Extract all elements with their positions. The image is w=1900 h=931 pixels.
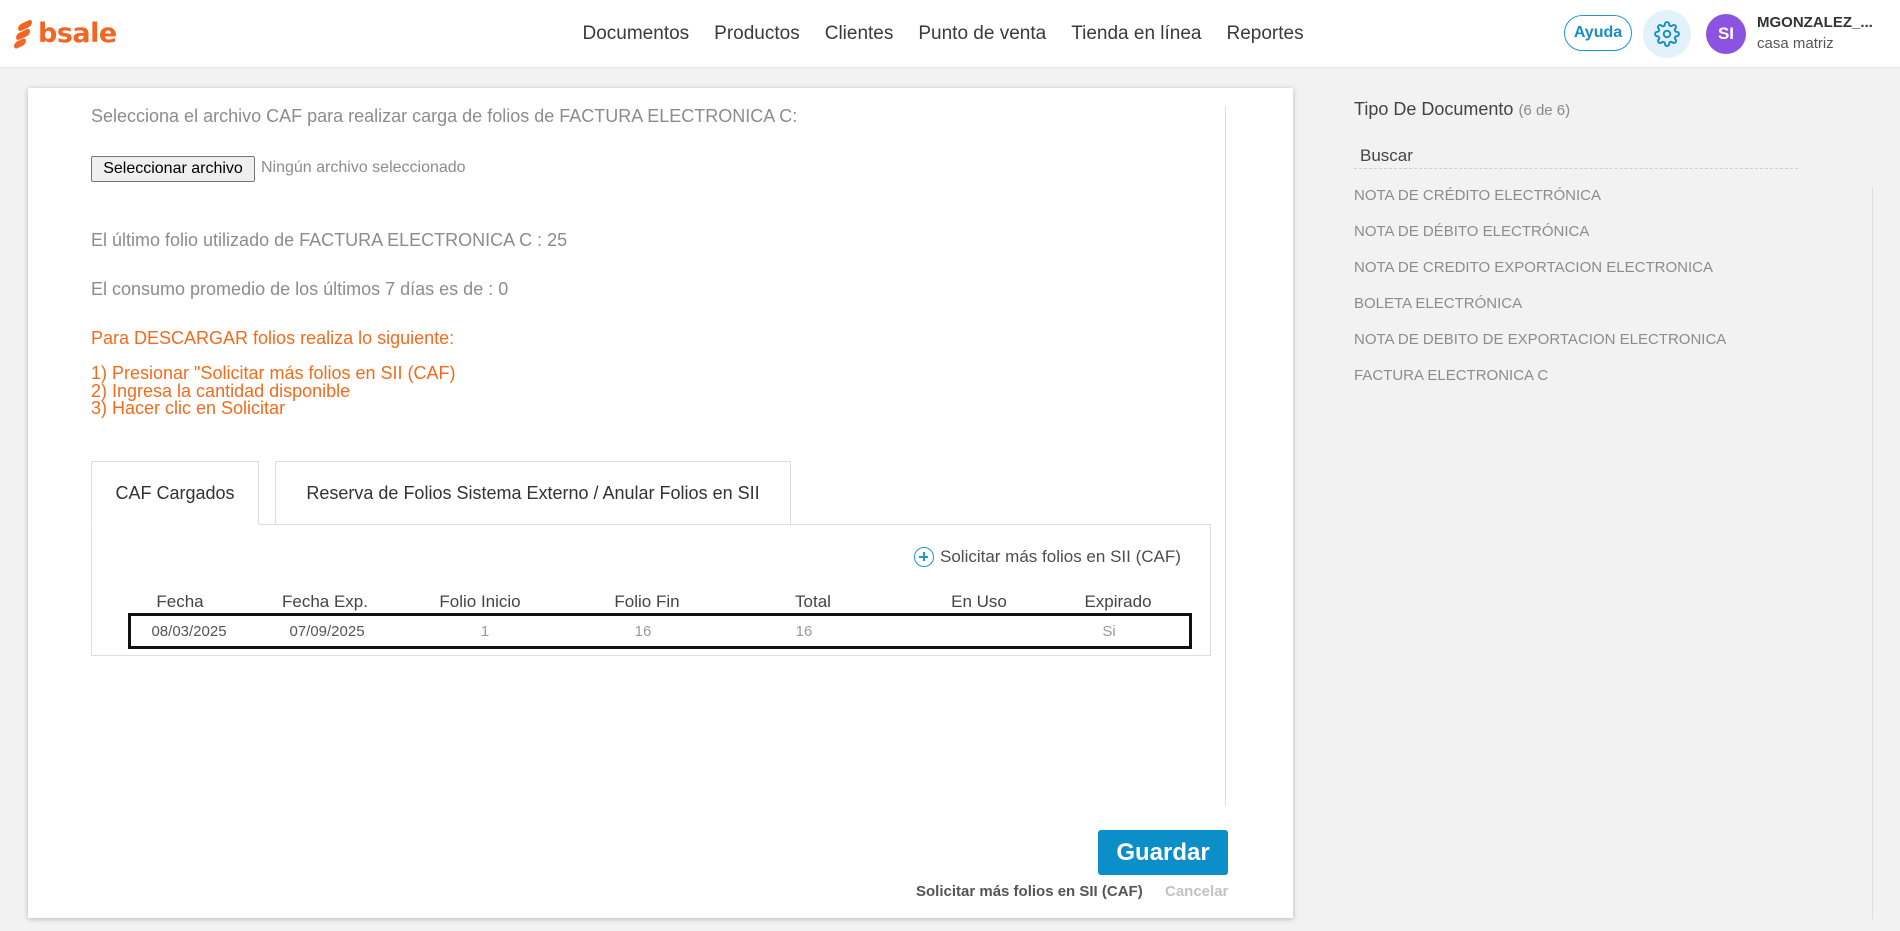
list-item[interactable]: BOLETA ELECTRÓNICA (1354, 294, 1726, 330)
help-button[interactable]: Ayuda (1564, 15, 1632, 51)
request-folios-label: Solicitar más folios en SII (CAF) (940, 547, 1181, 566)
top-bar: bsale Documentos Productos Clientes Punt… (0, 0, 1900, 68)
bsale-logo-icon (14, 18, 34, 50)
step-item: 3) Hacer clic en Solicitar (91, 398, 286, 418)
nav-tienda-en-linea[interactable]: Tienda en línea (1059, 23, 1214, 45)
cell-fecha: 08/03/2025 (151, 623, 227, 640)
col-en-uso: En Uso (951, 592, 1007, 611)
main-nav: Documentos Productos Clientes Punto de v… (570, 0, 1316, 68)
col-fecha-exp: Fecha Exp. (282, 592, 368, 611)
cell-expirado: Si (1102, 623, 1116, 640)
cell-total: 16 (795, 623, 813, 640)
table-row[interactable] (128, 613, 1192, 649)
list-item[interactable]: NOTA DE DÉBITO ELECTRÓNICA (1354, 222, 1726, 258)
col-folio-fin: Folio Fin (614, 592, 680, 611)
user-branch: casa matriz (1757, 35, 1834, 52)
col-folio-inicio: Folio Inicio (439, 592, 521, 611)
list-item[interactable]: NOTA DE CRÉDITO ELECTRÓNICA (1354, 186, 1726, 222)
bsale-logo[interactable]: bsale (14, 18, 117, 50)
col-total: Total (795, 592, 831, 611)
gear-icon (1654, 21, 1680, 47)
col-fecha: Fecha (156, 592, 204, 611)
nav-productos[interactable]: Productos (702, 23, 813, 45)
avatar[interactable]: SI (1706, 14, 1746, 54)
last-folio-info: El último folio utilizado de FACTURA ELE… (91, 230, 568, 250)
list-item[interactable]: NOTA DE DEBITO DE EXPORTACION ELECTRONIC… (1354, 330, 1726, 366)
sidebar-count: (6 de 6) (1518, 102, 1571, 119)
sidebar-search-input[interactable] (1354, 143, 1798, 169)
tab-caf-cargados[interactable]: CAF Cargados (91, 461, 259, 525)
settings-button[interactable] (1643, 10, 1691, 58)
cell-folio-inicio: 1 (480, 623, 490, 640)
sidebar-scrollbar[interactable] (1872, 187, 1873, 919)
user-name[interactable]: MGONZALEZ_... (1757, 14, 1873, 31)
plus-circle-icon (914, 547, 934, 567)
avg-consumption-info: El consumo promedio de los últimos 7 día… (91, 279, 509, 299)
steps-title: Para DESCARGAR folios realiza lo siguien… (91, 328, 455, 348)
select-file-button[interactable]: Seleccionar archivo (91, 156, 255, 182)
tab-reserva-folios[interactable]: Reserva de Folios Sistema Externo / Anul… (275, 461, 791, 525)
nav-clientes[interactable]: Clientes (812, 23, 906, 45)
document-type-list: NOTA DE CRÉDITO ELECTRÓNICA NOTA DE DÉBI… (1354, 186, 1726, 402)
cell-folio-fin: 16 (634, 623, 652, 640)
request-more-folios-link[interactable]: Solicitar más folios en SII (CAF) (916, 883, 1143, 900)
list-item[interactable]: FACTURA ELECTRONICA C (1354, 366, 1726, 402)
sidebar-title: Tipo De Documento (6 de 6) (1354, 99, 1570, 120)
cell-fecha-exp: 07/09/2025 (289, 623, 365, 640)
panel-divider (1225, 106, 1226, 806)
nav-documentos[interactable]: Documentos (570, 23, 702, 45)
save-button[interactable]: Guardar (1098, 830, 1228, 875)
nav-punto-de-venta[interactable]: Punto de venta (906, 23, 1059, 45)
nav-reportes[interactable]: Reportes (1214, 23, 1316, 45)
file-status: Ningún archivo seleccionado (261, 159, 466, 176)
request-folios-link[interactable]: Solicitar más folios en SII (CAF) (914, 547, 1181, 567)
cancel-link[interactable]: Cancelar (1165, 883, 1228, 900)
list-item[interactable]: NOTA DE CREDITO EXPORTACION ELECTRONICA (1354, 258, 1726, 294)
col-expirado: Expirado (1084, 592, 1152, 611)
upload-instruction: Selecciona el archivo CAF para realizar … (91, 106, 798, 126)
logo-text: bsale (38, 18, 117, 49)
sidebar-title-text: Tipo De Documento (1354, 99, 1514, 119)
